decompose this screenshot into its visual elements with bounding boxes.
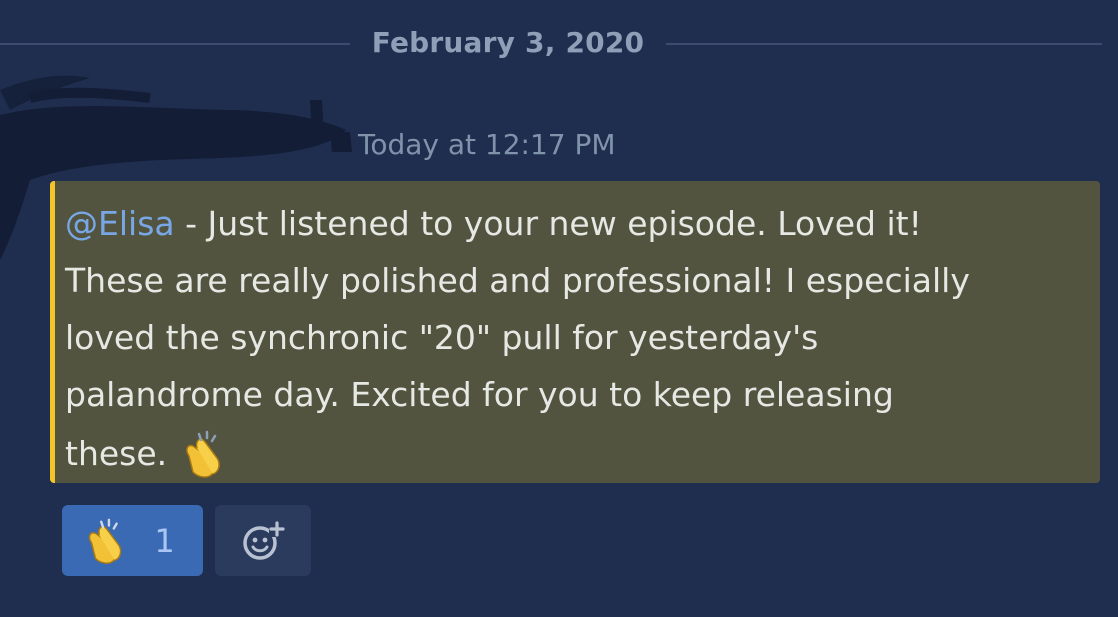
add-reaction-button[interactable] bbox=[215, 505, 311, 576]
message-line-1: @Elisa - Just listened to your new episo… bbox=[65, 195, 1088, 252]
highlighted-message: @Elisa - Just listened to your new episo… bbox=[50, 181, 1100, 483]
message-line-5: these. bbox=[65, 425, 1088, 482]
date-divider: February 3, 2020 bbox=[0, 20, 1102, 68]
reaction-count: 1 bbox=[154, 521, 175, 560]
reaction-clap-button[interactable]: 1 bbox=[62, 505, 203, 576]
clapping-hands-icon bbox=[89, 518, 122, 564]
clapping-hands-icon bbox=[186, 430, 220, 478]
message-line-2: These are really polished and profession… bbox=[65, 261, 970, 300]
divider-line-left bbox=[0, 43, 350, 45]
message-line-3: loved the synchronic "20" pull for yeste… bbox=[65, 318, 819, 357]
divider-date: February 3, 2020 bbox=[371, 26, 645, 59]
divider-line-right bbox=[666, 43, 1102, 45]
chat-view: February 3, 2020 Today at 12:17 PM @Elis… bbox=[0, 0, 1118, 617]
reaction-bar: 1 bbox=[62, 505, 311, 576]
message-timestamp: Today at 12:17 PM bbox=[358, 128, 616, 161]
message-line-4: palandrome day. Excited for you to keep … bbox=[65, 375, 894, 414]
message-line-1-text: - Just listened to your new episode. Lov… bbox=[174, 204, 922, 243]
user-mention[interactable]: @Elisa bbox=[65, 204, 175, 243]
message-line-5-text: these. bbox=[65, 434, 168, 473]
add-reaction-icon bbox=[243, 520, 285, 560]
